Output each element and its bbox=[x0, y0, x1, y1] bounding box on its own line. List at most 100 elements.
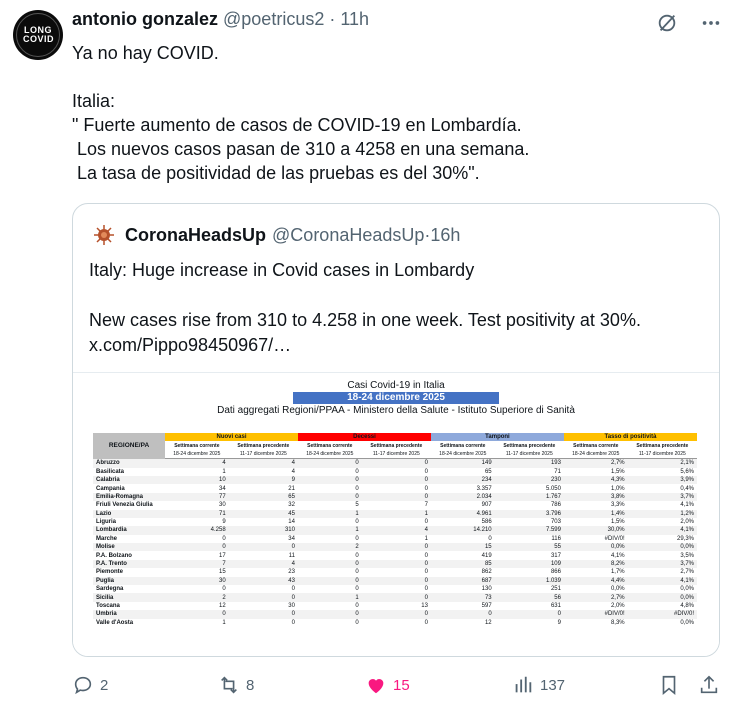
table-cell: 0 bbox=[488, 535, 492, 542]
header-separator: · bbox=[324, 9, 341, 29]
share-button[interactable] bbox=[698, 674, 720, 696]
top-icons bbox=[656, 12, 722, 39]
table-cell: 4.258 bbox=[210, 527, 226, 534]
region-name: Marche bbox=[96, 535, 118, 542]
table-cell: 4,8% bbox=[680, 603, 694, 609]
table-cell: 1.039 bbox=[545, 577, 561, 584]
table-cell: 1 bbox=[222, 468, 226, 475]
table-cell: 3,3% bbox=[610, 502, 625, 509]
table-cell: 4,4% bbox=[610, 577, 625, 584]
date-current: 18-24 dicembre 2025 bbox=[165, 449, 229, 460]
region-name: Lazio bbox=[96, 510, 112, 517]
more-options-icon[interactable] bbox=[700, 12, 722, 39]
table-cell: 1 bbox=[355, 594, 359, 601]
table-subtitle: Dati aggregati Regioni/PPAA - Ministero … bbox=[217, 405, 575, 416]
repost-button[interactable]: 8 bbox=[218, 674, 254, 696]
table-cell: #DIV/0! bbox=[604, 535, 625, 542]
table-cell: 0 bbox=[424, 577, 428, 584]
table-header-dates: 18-24 dicembre 2025 11-17 dicembre 2025 18… bbox=[93, 449, 697, 460]
table-cell: 2,0% bbox=[610, 603, 625, 609]
table-cell: 130 bbox=[481, 586, 492, 593]
quote-text: Italy: Huge increase in Covid cases in L… bbox=[89, 260, 641, 355]
region-name: Molise bbox=[96, 544, 115, 551]
region-name: Basilicata bbox=[96, 468, 125, 475]
group-header: Tamponi bbox=[430, 433, 564, 442]
table-cell: 65 bbox=[484, 468, 492, 475]
table-cell: 2 bbox=[355, 544, 359, 551]
table-row: P.A. Trento 7 4 0 0 85 109 8,2% 3,7% bbox=[93, 559, 697, 569]
quoted-tweet[interactable]: CoronaHeadsUp @CoronaHeadsUp · 16h Italy… bbox=[72, 203, 720, 657]
repost-count: 8 bbox=[246, 676, 255, 694]
tweet-time[interactable]: 11h bbox=[340, 9, 369, 29]
region-name: Calabria bbox=[96, 477, 120, 484]
quote-author-name[interactable]: CoronaHeadsUp bbox=[125, 225, 266, 246]
bookmark-button[interactable] bbox=[658, 674, 680, 696]
table-cell: 419 bbox=[481, 552, 492, 559]
views-count: 137 bbox=[540, 676, 566, 694]
like-button[interactable]: 15 bbox=[365, 674, 410, 696]
table-cell: 0 bbox=[488, 611, 492, 618]
quote-image[interactable]: Casi Covid-19 in Italia 18-24 dicembre 2… bbox=[73, 372, 719, 656]
table-cell: 2,1% bbox=[680, 460, 694, 467]
author-name[interactable]: antonio gonzalez bbox=[72, 9, 218, 29]
quote-time[interactable]: 16h bbox=[430, 225, 460, 246]
table-header-groups: REGIONE/PA Nuovi casi Decessi Tamponi Tasso … bbox=[93, 433, 697, 459]
quote-header: CoronaHeadsUp @CoronaHeadsUp · 16h bbox=[93, 224, 460, 246]
table-cell: 631 bbox=[550, 603, 561, 609]
table-cell: 1 bbox=[424, 535, 428, 542]
period-header-previous: Settimana precedente bbox=[237, 442, 290, 449]
period-header-previous: Settimana precedente bbox=[370, 442, 423, 449]
table-cell: 4 bbox=[424, 527, 428, 534]
table-cell: 866 bbox=[550, 569, 561, 576]
author-avatar[interactable]: LONG COVID bbox=[13, 10, 63, 60]
region-name: Sardegna bbox=[96, 586, 124, 593]
table-cell: 0 bbox=[355, 577, 359, 584]
table-cell: 0 bbox=[291, 594, 295, 601]
table-cell: 1,5% bbox=[610, 519, 625, 526]
views-button[interactable]: 137 bbox=[512, 674, 565, 696]
reply-button[interactable]: 2 bbox=[72, 674, 108, 696]
table-cell: 56 bbox=[554, 594, 561, 601]
table-cell: 0 bbox=[424, 477, 428, 484]
table-cell: 116 bbox=[551, 535, 561, 542]
date-previous: 11-17 dicembre 2025 bbox=[494, 449, 564, 460]
table-cell: 234 bbox=[481, 477, 492, 484]
table-cell: #DIV/0! bbox=[604, 611, 625, 618]
table-cell: 1,2% bbox=[680, 510, 694, 517]
table-cell: 0 bbox=[291, 544, 295, 551]
author-handle[interactable]: @poetricus2 bbox=[223, 9, 324, 29]
date-previous: 11-17 dicembre 2025 bbox=[627, 449, 697, 460]
table-cell: 0 bbox=[424, 594, 428, 601]
table-cell: 0 bbox=[222, 535, 226, 542]
table-cell: 12 bbox=[484, 619, 492, 626]
table-cell: 5,6% bbox=[680, 468, 694, 475]
table-cell: 4 bbox=[291, 468, 295, 475]
table-cell: 8,3% bbox=[610, 619, 625, 626]
table-cell: 0 bbox=[222, 544, 226, 551]
table-cell: 0 bbox=[355, 485, 359, 492]
region-name: Friuli Venezia Giulia bbox=[96, 502, 153, 509]
like-count: 15 bbox=[393, 676, 410, 694]
period-header-current: Settimana corrente bbox=[440, 442, 486, 449]
grok-icon[interactable] bbox=[656, 12, 678, 39]
region-name: Lombardia bbox=[96, 527, 127, 534]
region-name: Valle d'Aosta bbox=[96, 619, 134, 626]
table-cell: 77 bbox=[219, 493, 226, 500]
table-row: Sicilia 2 0 1 0 73 56 2,7% 0,0% bbox=[93, 593, 697, 602]
table-cell: 15 bbox=[484, 544, 492, 551]
group-header: Nuovi casi bbox=[165, 433, 298, 442]
table-cell: 687 bbox=[481, 577, 492, 584]
table-cell: 0 bbox=[424, 619, 428, 626]
table-cell: 30 bbox=[219, 577, 226, 584]
region-name: Puglia bbox=[96, 577, 115, 584]
table-cell: 30 bbox=[219, 502, 226, 509]
table-cell: 14.210 bbox=[473, 527, 492, 534]
quote-author-handle[interactable]: @CoronaHeadsUp bbox=[272, 225, 424, 246]
table-cell: 71 bbox=[554, 468, 561, 475]
table-row: Lazio 71 45 1 1 4.961 3.796 1,4% 1,2% bbox=[93, 509, 697, 518]
table-cell: 10 bbox=[219, 477, 226, 484]
period-header-previous: Settimana precedente bbox=[503, 442, 556, 449]
group-header: Decessi bbox=[297, 433, 431, 442]
table-row: Campania 34 21 0 0 3.357 5.050 1,0% 0,4% bbox=[93, 484, 697, 492]
table-cell: 4 bbox=[222, 460, 226, 467]
